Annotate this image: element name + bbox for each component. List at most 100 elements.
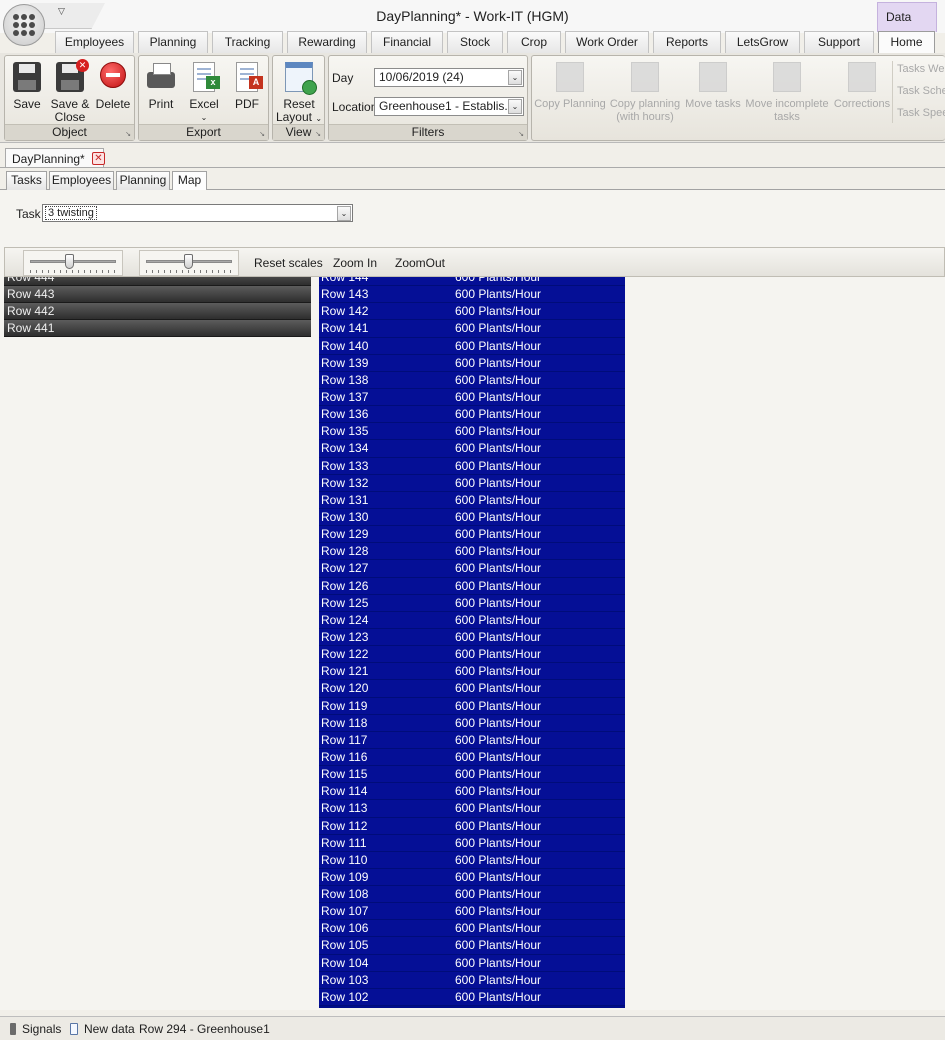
vertical-scale-slider[interactable] — [139, 250, 239, 276]
left-row-item[interactable]: Row 442 — [4, 303, 311, 320]
slider-thumb[interactable] — [184, 254, 193, 269]
new-data-indicator[interactable]: New data — [70, 1022, 135, 1036]
reset-layout-dropdown-icon[interactable]: ⌄ — [315, 114, 322, 123]
map-row[interactable]: Row 105 600 Plants/Hour — [319, 937, 625, 955]
chevron-down-icon[interactable]: ⌄ — [508, 70, 522, 85]
task-speed-button[interactable]: Task Speed — [897, 107, 945, 119]
map-row[interactable]: Row 119 600 Plants/Hour — [319, 697, 625, 715]
tab-rewarding[interactable]: Rewarding — [287, 31, 367, 53]
excel-dropdown-icon[interactable]: ⌄ — [185, 111, 223, 124]
excel-button[interactable]: x Excel ⌄ — [185, 60, 223, 124]
copy-planning-hours-button[interactable]: Copy planning (with hours) — [608, 60, 682, 124]
map-row[interactable]: Row 102 600 Plants/Hour — [319, 988, 625, 1007]
map-row[interactable]: Row 129 600 Plants/Hour — [319, 526, 625, 544]
map-row[interactable]: Row 124 600 Plants/Hour — [319, 611, 625, 629]
map-row[interactable]: Row 144 600 Plants/Hour — [319, 277, 625, 287]
map-row[interactable]: Row 113 600 Plants/Hour — [319, 800, 625, 818]
context-tab-data[interactable]: Data — [877, 2, 937, 32]
map-row[interactable]: Row 114 600 Plants/Hour — [319, 783, 625, 801]
map-row[interactable]: Row 108 600 Plants/Hour — [319, 886, 625, 904]
save-button[interactable]: Save — [9, 60, 45, 111]
map-row[interactable]: Row 125 600 Plants/Hour — [319, 594, 625, 612]
map-row[interactable]: Row 110 600 Plants/Hour — [319, 851, 625, 869]
chevron-down-icon[interactable]: ⌄ — [337, 206, 351, 221]
tab-stock[interactable]: Stock — [447, 31, 503, 53]
map-row[interactable]: Row 137 600 Plants/Hour — [319, 388, 625, 407]
tab-letsgrow[interactable]: LetsGrow — [725, 31, 800, 53]
map-row[interactable]: Row 127 600 Plants/Hour — [319, 560, 625, 578]
map-row[interactable]: Row 136 600 Plants/Hour — [319, 406, 625, 424]
left-row-item[interactable]: Row 444 — [4, 277, 311, 286]
location-field[interactable]: Greenhouse1 - Establis... ⌄ — [374, 97, 524, 116]
map-row[interactable]: Row 115 600 Plants/Hour — [319, 766, 625, 784]
map-row[interactable]: Row 122 600 Plants/Hour — [319, 646, 625, 664]
tab-financial[interactable]: Financial — [371, 31, 443, 53]
tasks-week-button[interactable]: Tasks Week — [897, 63, 945, 75]
map-row[interactable]: Row 104 600 Plants/Hour — [319, 954, 625, 972]
reset-scales-button[interactable]: Reset scales — [254, 256, 323, 270]
subtab-map[interactable]: Map — [172, 171, 207, 191]
map-row[interactable]: Row 135 600 Plants/Hour — [319, 423, 625, 441]
map-row[interactable]: Row 143 600 Plants/Hour — [319, 286, 625, 304]
save-close-button[interactable]: ✕ Save & Close — [49, 59, 91, 124]
map-row[interactable]: Row 116 600 Plants/Hour — [319, 748, 625, 767]
app-menu-button[interactable] — [3, 4, 45, 46]
map-row[interactable]: Row 112 600 Plants/Hour — [319, 817, 625, 835]
tab-employees[interactable]: Employees — [55, 31, 134, 53]
zoom-in-button[interactable]: Zoom In — [333, 256, 377, 270]
reset-layout-button[interactable]: Reset Layout ⌄ — [275, 60, 323, 125]
map-row[interactable]: Row 118 600 Plants/Hour — [319, 714, 625, 732]
left-row-item[interactable]: Row 441 — [4, 320, 311, 337]
map-row[interactable]: Row 132 600 Plants/Hour — [319, 474, 625, 492]
tab-reports[interactable]: Reports — [653, 31, 721, 53]
map-row[interactable]: Row 121 600 Plants/Hour — [319, 663, 625, 681]
move-incomplete-tasks-button[interactable]: Move incomplete tasks — [744, 60, 830, 124]
quick-access-dropdown-icon[interactable]: ▽ — [58, 6, 65, 17]
delete-button[interactable]: Delete — [93, 60, 133, 111]
map-row[interactable]: Row 142 600 Plants/Hour — [319, 303, 625, 321]
copy-planning-button[interactable]: Copy Planning — [534, 60, 606, 111]
slider-thumb[interactable] — [65, 254, 74, 269]
tab-support[interactable]: Support — [804, 31, 874, 53]
corrections-button[interactable]: Corrections — [832, 60, 892, 111]
pdf-button[interactable]: A PDF — [229, 60, 265, 111]
subtab-tasks[interactable]: Tasks — [6, 171, 47, 190]
map-row[interactable]: Row 134 600 Plants/Hour — [319, 440, 625, 458]
map-row[interactable]: Row 106 600 Plants/Hour — [319, 920, 625, 938]
task-select[interactable]: 3 twisting ⌄ — [42, 204, 353, 222]
horizontal-scale-slider[interactable] — [23, 250, 123, 276]
map-row[interactable]: Row 133 600 Plants/Hour — [319, 457, 625, 475]
map-row[interactable]: Row 123 600 Plants/Hour — [319, 628, 625, 647]
chevron-down-icon[interactable]: ⌄ — [508, 99, 522, 114]
map-row[interactable]: Row 130 600 Plants/Hour — [319, 508, 625, 527]
map-row[interactable]: Row 107 600 Plants/Hour — [319, 903, 625, 921]
day-field[interactable]: 10/06/2019 (24) ⌄ — [374, 68, 524, 87]
map-row[interactable]: Row 139 600 Plants/Hour — [319, 354, 625, 372]
map-row[interactable]: Row 131 600 Plants/Hour — [319, 491, 625, 509]
tab-tracking[interactable]: Tracking — [212, 31, 283, 53]
map-row[interactable]: Row 120 600 Plants/Hour — [319, 680, 625, 698]
document-tab[interactable]: DayPlanning* ✕ — [5, 148, 105, 168]
left-row-item[interactable]: Row 443 — [4, 286, 311, 303]
tab-crop[interactable]: Crop — [507, 31, 561, 53]
move-tasks-button[interactable]: Move tasks — [684, 60, 742, 111]
tab-planning[interactable]: Planning — [138, 31, 208, 53]
map-row[interactable]: Row 141 600 Plants/Hour — [319, 320, 625, 338]
map-row[interactable]: Row 126 600 Plants/Hour — [319, 577, 625, 595]
subtab-planning[interactable]: Planning — [116, 171, 170, 190]
close-icon[interactable]: ✕ — [92, 152, 105, 165]
map-row[interactable]: Row 103 600 Plants/Hour — [319, 971, 625, 989]
tab-home[interactable]: Home — [878, 31, 935, 54]
map-row[interactable]: Row 117 600 Plants/Hour — [319, 731, 625, 749]
subtab-employees[interactable]: Employees — [49, 171, 114, 190]
map-row[interactable]: Row 140 600 Plants/Hour — [319, 337, 625, 355]
map-row[interactable]: Row 109 600 Plants/Hour — [319, 868, 625, 887]
zoom-out-button[interactable]: ZoomOut — [395, 256, 445, 270]
map-row[interactable]: Row 128 600 Plants/Hour — [319, 543, 625, 561]
signals-indicator[interactable]: Signals — [10, 1022, 61, 1036]
map-row[interactable]: Row 138 600 Plants/Hour — [319, 371, 625, 389]
task-schedule-button[interactable]: Task Schedule — [897, 85, 945, 97]
map-row[interactable]: Row 111 600 Plants/Hour — [319, 834, 625, 852]
tab-work-order[interactable]: Work Order — [565, 31, 649, 53]
print-button[interactable]: Print — [143, 60, 179, 111]
